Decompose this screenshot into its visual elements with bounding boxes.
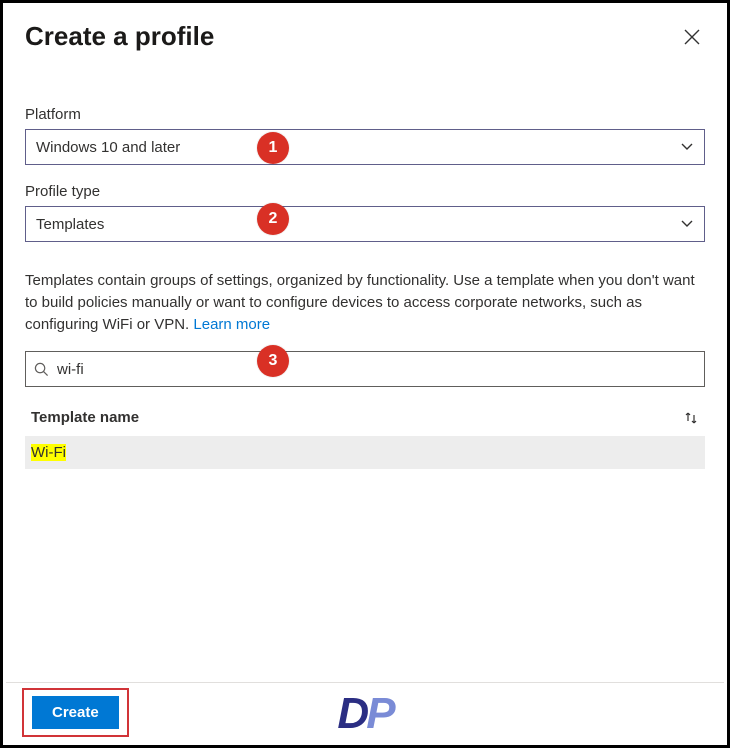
chevron-down-icon xyxy=(680,217,694,231)
template-search-box[interactable] xyxy=(25,351,705,387)
search-input[interactable] xyxy=(55,360,696,379)
profile-type-value: Templates xyxy=(36,216,104,233)
search-icon xyxy=(34,362,49,377)
watermark-logo: DP xyxy=(337,689,392,739)
column-header-row[interactable]: Template name xyxy=(25,405,705,436)
create-button-highlight: Create xyxy=(22,688,129,737)
annotation-badge-3: 3 xyxy=(257,345,289,377)
create-button[interactable]: Create xyxy=(32,696,119,729)
platform-label: Platform xyxy=(25,106,705,123)
column-header-template-name: Template name xyxy=(31,409,139,426)
profile-type-label: Profile type xyxy=(25,183,705,200)
platform-select[interactable]: Windows 10 and later xyxy=(25,129,705,165)
close-icon xyxy=(684,29,700,45)
template-name-cell: Wi-Fi xyxy=(31,444,66,461)
annotation-badge-2: 2 xyxy=(257,203,289,235)
platform-value: Windows 10 and later xyxy=(36,139,180,156)
close-button[interactable] xyxy=(679,24,705,50)
chevron-down-icon xyxy=(680,140,694,154)
annotation-badge-1: 1 xyxy=(257,132,289,164)
template-description: Templates contain groups of settings, or… xyxy=(25,270,705,335)
description-text: Templates contain groups of settings, or… xyxy=(25,272,695,333)
profile-type-select[interactable]: Templates xyxy=(25,206,705,242)
sort-icon[interactable] xyxy=(683,410,699,426)
page-title: Create a profile xyxy=(25,21,214,52)
learn-more-link[interactable]: Learn more xyxy=(193,316,270,333)
table-row[interactable]: Wi-Fi xyxy=(25,436,705,469)
